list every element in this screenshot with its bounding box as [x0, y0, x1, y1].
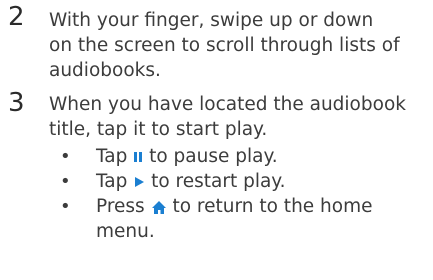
bullet-dot: • — [60, 146, 71, 167]
bullet-text: Press to return to the home menu. — [96, 194, 426, 244]
bullet-dot: • — [60, 171, 71, 192]
list-item: • Tap to pause play. — [0, 144, 433, 169]
step-text: When you have located the audiobook titl… — [49, 92, 429, 142]
step-text: With your finger, swipe up or down on th… — [49, 8, 429, 83]
bullet-text: Tap to pause play. — [96, 144, 426, 169]
bullet-text-continuation: menu. — [96, 221, 155, 242]
pause-icon — [133, 150, 143, 164]
step-line: When you have located the audiobook — [49, 94, 406, 115]
bullet-text-after: to restart play. — [145, 171, 286, 192]
list-item: • Press to return to the home menu. — [0, 194, 433, 244]
home-icon — [151, 200, 167, 215]
step-number: 2 — [8, 2, 25, 32]
step-line: With your finger, swipe up or down — [49, 10, 374, 31]
step-number: 3 — [8, 88, 25, 118]
bullet-text-before: Tap — [96, 171, 134, 192]
bullet-dot: • — [60, 196, 71, 217]
step-line: on the screen to scroll through lists of — [49, 35, 400, 56]
bullet-text-after: to pause play. — [143, 146, 278, 167]
step-line: title, tap it to start play. — [49, 119, 268, 140]
bullet-text: Tap to restart play. — [96, 169, 426, 194]
play-icon — [133, 175, 145, 189]
bullet-text-before: Press — [96, 196, 151, 217]
step-line: audiobooks. — [49, 60, 161, 81]
bullet-text-after: to return to the home — [166, 196, 373, 217]
bullet-text-before: Tap — [96, 146, 134, 167]
list-item: • Tap to restart play. — [0, 169, 433, 194]
